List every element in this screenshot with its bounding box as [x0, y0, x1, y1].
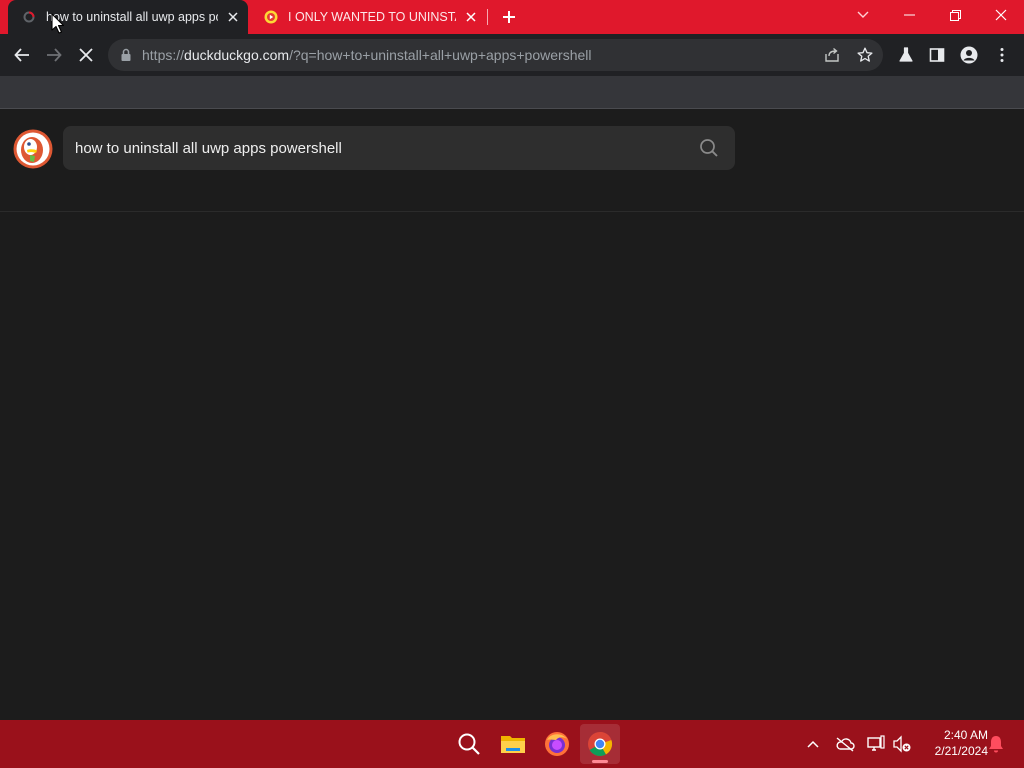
tab-title: how to uninstall all uwp apps powershell…: [46, 10, 218, 24]
screen: how to uninstall all uwp apps powershell…: [0, 0, 1024, 768]
youtube-favicon-icon: [264, 10, 278, 24]
flask-icon: [899, 47, 913, 62]
clock-time: 2:40 AM: [943, 728, 988, 742]
stop-icon: [79, 48, 93, 62]
search-button[interactable]: [697, 136, 721, 160]
minimize-icon: [903, 14, 915, 16]
restore-button[interactable]: [932, 0, 978, 30]
tab-strip: how to uninstall all uwp apps powershell…: [0, 0, 1024, 34]
tab-active[interactable]: how to uninstall all uwp apps powershell…: [8, 0, 248, 34]
taskbar-chrome[interactable]: [580, 724, 620, 764]
clock-date: 2/21/2024: [934, 744, 988, 758]
firefox-icon: [545, 732, 569, 756]
close-icon: [995, 9, 1007, 21]
menu-button[interactable]: [988, 41, 1016, 69]
search-icon: [458, 733, 480, 755]
tab-search-button[interactable]: [840, 0, 886, 30]
page-content: [0, 109, 1024, 720]
bookmark-bar: [0, 76, 1024, 109]
chevron-up-icon: [807, 740, 819, 748]
chevron-down-icon: [857, 11, 869, 18]
profile-button[interactable]: [955, 41, 983, 69]
bell-icon: [989, 736, 1003, 753]
tab-divider: [487, 9, 488, 25]
minimize-button[interactable]: [886, 0, 932, 30]
notifications-button[interactable]: [986, 734, 1006, 754]
back-button[interactable]: [8, 41, 36, 69]
active-app-indicator: [592, 760, 608, 763]
url-path: /?q=how+to+uninstall+all+uwp+apps+powers…: [289, 47, 592, 63]
search-box: [63, 126, 735, 170]
loading-favicon-icon: [22, 10, 36, 24]
taskbar-search-button[interactable]: [449, 724, 489, 764]
forward-arrow-icon: [47, 48, 62, 62]
tab-title: I ONLY WANTED TO UNINSTALL: [288, 10, 456, 24]
search-icon: [700, 139, 718, 157]
stop-loading-button[interactable]: [72, 41, 100, 69]
url-host: duckduckgo.com: [184, 47, 290, 63]
volume-status[interactable]: [892, 734, 912, 754]
side-panel-button[interactable]: [923, 41, 951, 69]
bookmark-star-icon[interactable]: [857, 47, 873, 68]
taskbar-firefox[interactable]: [537, 724, 577, 764]
network-status[interactable]: [866, 734, 886, 754]
url-scheme: https://: [142, 47, 185, 63]
chrome-icon: [588, 731, 613, 757]
share-icon[interactable]: [824, 47, 840, 68]
taskbar-file-explorer[interactable]: [493, 724, 533, 764]
new-tab-button[interactable]: [497, 5, 521, 29]
search-header: [0, 109, 1024, 212]
url-text[interactable]: https://duckduckgo.com/?q=how+to+uninsta…: [142, 39, 591, 71]
cloud-off-icon: [836, 737, 855, 752]
close-window-button[interactable]: [978, 0, 1024, 30]
taskbar: 2:40 AM 2/21/2024: [0, 720, 1024, 768]
mouse-cursor-icon: [51, 13, 65, 35]
speaker-muted-icon: [893, 735, 911, 753]
network-disconnected-icon: [867, 735, 885, 751]
profile-icon: [960, 46, 978, 64]
side-panel-icon: [929, 48, 945, 62]
plus-icon: [503, 11, 515, 23]
tab-inactive[interactable]: I ONLY WANTED TO UNINSTALL: [250, 0, 486, 34]
taskbar-clock[interactable]: 2:40 AM 2/21/2024: [918, 727, 988, 759]
forward-button[interactable]: [40, 41, 68, 69]
duckduckgo-logo[interactable]: [13, 129, 53, 169]
file-explorer-icon: [501, 736, 525, 753]
back-arrow-icon: [14, 48, 29, 62]
tab-close-icon[interactable]: [462, 8, 480, 26]
search-input[interactable]: [75, 126, 685, 170]
restore-icon: [949, 9, 961, 21]
tab-close-icon[interactable]: [224, 8, 242, 26]
onedrive-status[interactable]: [835, 734, 855, 754]
labs-button[interactable]: [892, 41, 920, 69]
address-bar[interactable]: https://duckduckgo.com/?q=how+to+uninsta…: [108, 39, 883, 71]
lock-icon[interactable]: [120, 48, 132, 67]
tray-overflow-button[interactable]: [803, 734, 823, 754]
kebab-menu-icon: [1000, 48, 1004, 62]
browser-toolbar: https://duckduckgo.com/?q=how+to+uninsta…: [0, 34, 1024, 76]
